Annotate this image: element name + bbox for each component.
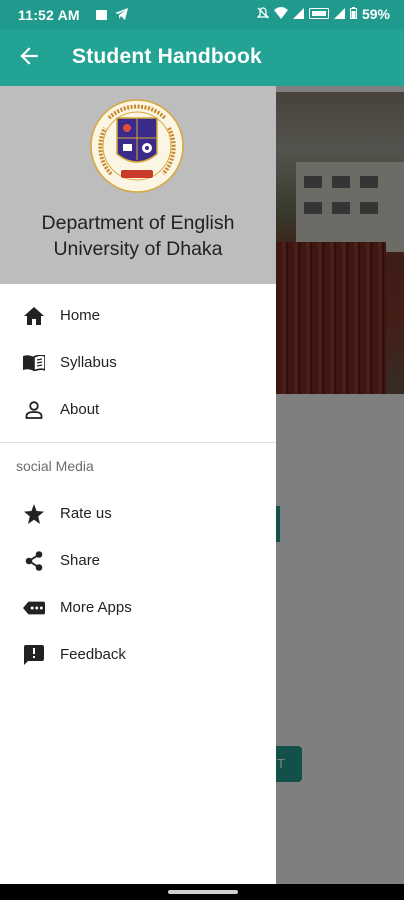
university-logo — [90, 99, 184, 193]
feedback-icon — [23, 644, 45, 666]
system-nav-bar — [0, 884, 404, 900]
battery-icon — [349, 6, 357, 22]
menu-item-label: More Apps — [60, 599, 132, 616]
mute-icon — [256, 6, 270, 22]
wifi-icon — [273, 6, 288, 22]
university-name: University of Dhaka — [53, 238, 223, 260]
menu-item-syllabus[interactable]: Syllabus — [0, 339, 276, 386]
menu-item-label: Share — [60, 552, 101, 569]
menu-item-rate-us[interactable]: Rate us — [0, 490, 276, 537]
department-name: Department of English — [41, 212, 235, 234]
star-icon — [23, 503, 45, 525]
share-icon — [23, 550, 45, 572]
menu-item-share[interactable]: Share — [0, 537, 276, 584]
section-title: social Media — [16, 458, 94, 474]
more-apps-icon — [23, 597, 45, 619]
status-time: 11:52 AM — [18, 7, 80, 23]
volte-icon — [308, 6, 329, 22]
signal-icon — [292, 6, 304, 22]
menu-item-about[interactable]: About — [0, 386, 276, 433]
home-gesture-handle[interactable] — [168, 890, 238, 894]
drawer-header: Department of English University of Dhak… — [0, 86, 276, 284]
menu-item-more-apps[interactable]: More Apps — [0, 584, 276, 631]
menu-item-label: Home — [60, 307, 101, 324]
page-title: Student Handbook — [72, 45, 262, 68]
battery-percent: 59% — [361, 6, 390, 22]
menu-item-label: Rate us — [60, 505, 112, 522]
book-icon — [23, 352, 45, 374]
menu-item-label: Feedback — [60, 646, 126, 663]
menu-item-label: About — [60, 401, 100, 418]
status-bar: 11:52 AM 59% — [0, 0, 404, 30]
telegram-icon — [115, 7, 128, 23]
menu-item-feedback[interactable]: Feedback — [0, 631, 276, 678]
app-bar: Student Handbook — [0, 30, 404, 86]
menu-item-home[interactable]: Home — [0, 292, 276, 339]
social-menu: Rate us Share More Apps Feedback — [0, 490, 276, 678]
navigation-drawer: Department of English University of Dhak… — [0, 86, 276, 884]
image-icon — [96, 7, 107, 23]
primary-menu: Home Syllabus About — [0, 292, 276, 433]
menu-item-label: Syllabus — [60, 354, 117, 371]
person-icon — [23, 399, 45, 421]
home-icon — [23, 305, 45, 327]
signal-icon — [333, 6, 345, 22]
menu-divider — [0, 442, 276, 443]
arrow-back-icon[interactable] — [16, 43, 42, 69]
